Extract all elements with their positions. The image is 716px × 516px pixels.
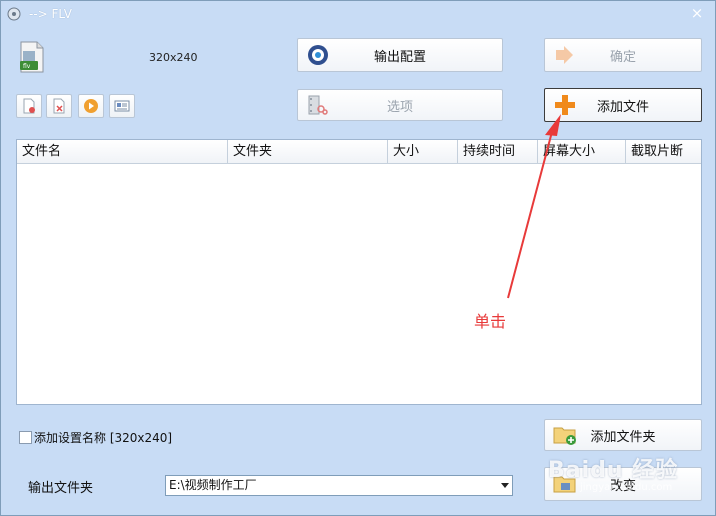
- add-setting-name-option[interactable]: 添加设置名称 [320x240]: [19, 429, 172, 446]
- add-setting-name-checkbox[interactable]: [19, 431, 32, 444]
- app-window: --> FLV × flv 320x240 输出配置 确定 选项 添加文件 文件…: [0, 0, 716, 516]
- window-title: --> FLV: [29, 7, 73, 21]
- column-duration[interactable]: 持续时间: [458, 140, 538, 163]
- ok-button[interactable]: 确定: [544, 38, 702, 72]
- column-clip[interactable]: 截取片断: [626, 140, 701, 163]
- add-file-button[interactable]: 添加文件: [544, 88, 702, 122]
- flv-file-icon: flv: [20, 41, 44, 73]
- svg-text:flv: flv: [23, 63, 31, 70]
- clear-list-icon: [53, 98, 65, 114]
- output-config-label: 输出配置: [373, 49, 426, 65]
- dropdown-arrow-icon: [501, 483, 509, 488]
- add-folder-label: 添加文件夹: [590, 429, 656, 445]
- media-info-button[interactable]: [109, 94, 135, 118]
- column-screen-size[interactable]: 屏幕大小: [538, 140, 626, 163]
- column-folder[interactable]: 文件夹: [228, 140, 388, 163]
- add-setting-name-label: 添加设置名称 [320x240]: [34, 431, 173, 445]
- output-folder-select[interactable]: E:\视频制作工厂: [165, 475, 513, 496]
- output-folder-value: E:\视频制作工厂: [169, 478, 257, 492]
- title-bar: --> FLV ×: [1, 1, 715, 27]
- app-icon: [7, 7, 21, 21]
- annotation-click-text: 单击: [474, 312, 507, 331]
- watermark-url: jingyan.baidu.com: [580, 482, 673, 493]
- ok-label: 确定: [609, 49, 636, 65]
- play-icon: [84, 99, 98, 113]
- table-header: 文件名 文件夹 大小 持续时间 屏幕大小 截取片断: [17, 140, 701, 164]
- close-button[interactable]: ×: [689, 5, 705, 21]
- watermark-logo: Baidu 经验: [548, 458, 679, 483]
- info-card-icon: [114, 100, 130, 112]
- output-folder-label: 输出文件夹: [28, 481, 94, 496]
- output-config-button[interactable]: 输出配置: [297, 38, 503, 72]
- add-file-label: 添加文件: [596, 99, 649, 115]
- column-size[interactable]: 大小: [388, 140, 458, 163]
- column-filename[interactable]: 文件名: [17, 140, 228, 163]
- play-button[interactable]: [78, 94, 104, 118]
- add-folder-button[interactable]: 添加文件夹: [544, 419, 702, 451]
- options-button[interactable]: 选项: [297, 89, 503, 121]
- options-label: 选项: [386, 99, 413, 115]
- resolution-label: 320x240: [149, 51, 198, 64]
- file-list-table[interactable]: 文件名 文件夹 大小 持续时间 屏幕大小 截取片断: [16, 139, 702, 405]
- remove-button[interactable]: [16, 94, 42, 118]
- remove-file-icon: [23, 98, 35, 114]
- clear-list-button[interactable]: [46, 94, 72, 118]
